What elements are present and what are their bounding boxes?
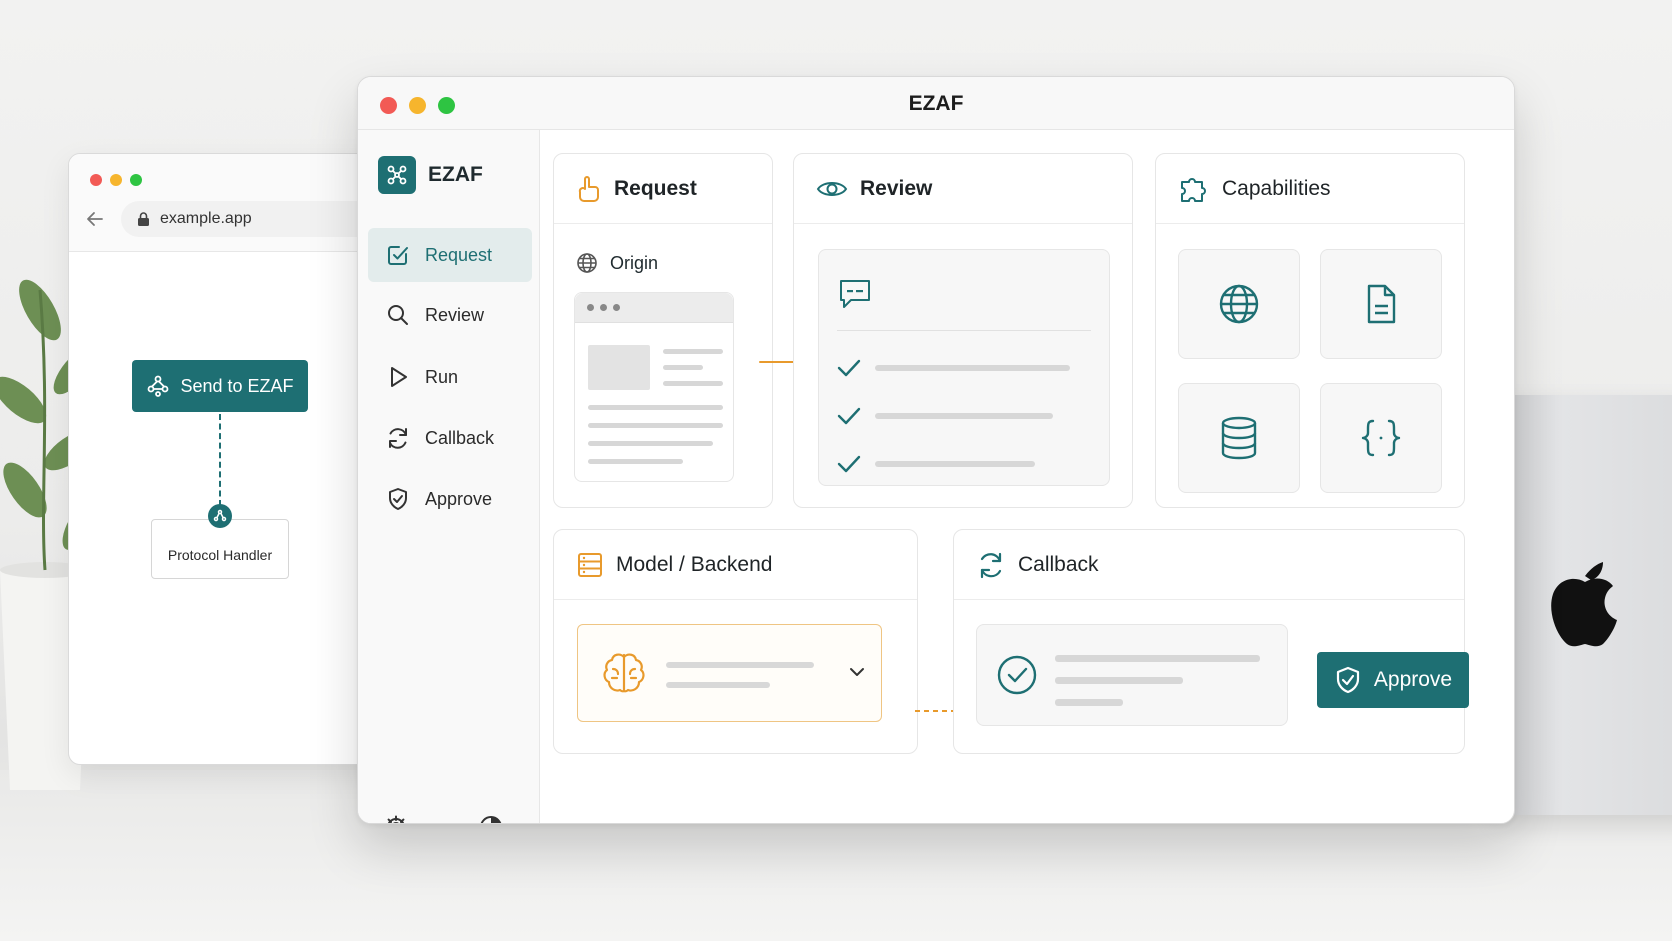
brand-name: EZAF (428, 163, 483, 186)
callback-card: Callback Approve (953, 529, 1469, 754)
search-icon (388, 305, 408, 325)
network-icon (148, 375, 169, 397)
lock-icon (138, 212, 149, 226)
minimize-dot[interactable] (110, 174, 122, 186)
title-bar: EZAF (358, 77, 1514, 130)
model-backend-card: Model / Backend (553, 529, 918, 754)
sidebar-item-label: Callback (425, 427, 495, 448)
check-icon (837, 455, 861, 473)
url-text: example.app (160, 210, 252, 227)
brain-icon (603, 653, 645, 693)
sidebar-item-label: Request (425, 244, 493, 265)
back-arrow-icon[interactable] (86, 210, 104, 228)
refresh-icon (980, 552, 1002, 578)
approve-button-label: Approve (1373, 668, 1453, 691)
callback-card-header: Callback (954, 530, 1464, 600)
review-checklist-panel (818, 249, 1110, 486)
eye-icon (816, 181, 848, 196)
capability-files[interactable] (1320, 249, 1442, 359)
capabilities-card-header: Capabilities (1156, 154, 1464, 224)
window-title: EZAF (908, 92, 964, 115)
callback-status-panel (976, 624, 1288, 726)
origin-label: Origin (610, 252, 659, 273)
model-card-header: Model / Backend (554, 530, 917, 600)
origin-page-preview (574, 292, 734, 482)
sidebar-item-approve[interactable]: Approve (368, 472, 532, 526)
callback-card-title: Callback (1018, 552, 1099, 576)
ezaf-window: EZAF EZAF Request Review Run Callback Ap… (357, 76, 1515, 824)
capabilities-card-title: Capabilities (1222, 176, 1331, 200)
sidebar: EZAF Request Review Run Callback Approve (358, 130, 540, 823)
globe-icon (1219, 284, 1259, 324)
gear-icon[interactable] (383, 814, 409, 824)
contrast-icon[interactable] (478, 814, 504, 824)
capability-code[interactable] (1320, 383, 1442, 493)
sidebar-item-run[interactable]: Run (368, 350, 532, 404)
globe-icon (577, 253, 597, 273)
zoom-dot[interactable] (130, 174, 142, 186)
shield-check-icon (1336, 666, 1359, 694)
approve-button[interactable]: Approve (1317, 652, 1469, 708)
send-button-label: Send to EZAF (180, 375, 294, 396)
handler-node-icon (208, 504, 232, 528)
apple-logo-icon (1551, 562, 1617, 647)
capability-database[interactable] (1178, 383, 1300, 493)
check-icon (837, 407, 861, 425)
sidebar-item-callback[interactable]: Callback (368, 411, 532, 465)
document-icon (1367, 284, 1396, 324)
sidebar-item-label: Review (425, 304, 485, 325)
computer-decoration (1500, 395, 1672, 815)
server-icon (578, 552, 602, 577)
check-icon (837, 359, 861, 377)
origin-row: Origin (576, 252, 658, 274)
capabilities-card: Capabilities (1155, 153, 1465, 508)
code-braces-icon (1361, 419, 1401, 457)
shield-check-icon (389, 488, 407, 510)
connector-line (219, 414, 221, 506)
review-card-title: Review (860, 176, 933, 200)
ezaf-logo-icon (378, 156, 416, 194)
request-card-header: Request (554, 154, 772, 224)
chat-bubble-icon (840, 280, 870, 308)
send-to-ezaf-button[interactable]: Send to EZAF (132, 360, 308, 412)
divider (837, 330, 1091, 331)
protocol-handler-box: Protocol Handler (151, 519, 289, 579)
sidebar-item-request[interactable]: Request (368, 228, 532, 282)
sidebar-item-label: Run (425, 366, 459, 387)
chevron-down-icon (850, 668, 864, 676)
hand-pointer-icon (578, 175, 599, 202)
request-card: Request Origin (553, 153, 773, 508)
preview-toolbar (575, 293, 733, 323)
protocol-handler-label: Protocol Handler (167, 547, 273, 563)
check-circle-icon (997, 655, 1037, 695)
database-icon (1221, 416, 1257, 460)
close-dot[interactable] (90, 174, 102, 186)
model-select[interactable] (577, 624, 882, 722)
play-icon (391, 367, 407, 387)
sidebar-item-label: Approve (425, 488, 493, 509)
request-check-icon (388, 246, 408, 265)
review-card-header: Review (794, 154, 1132, 224)
sidebar-item-review[interactable]: Review (368, 288, 532, 342)
request-card-title: Request (614, 176, 697, 200)
brand: EZAF (378, 156, 483, 194)
model-card-title: Model / Backend (616, 552, 773, 576)
review-card: Review (793, 153, 1133, 508)
browser-window-controls (90, 174, 142, 186)
capability-web[interactable] (1178, 249, 1300, 359)
refresh-icon (389, 428, 407, 449)
preview-image (588, 345, 650, 390)
puzzle-icon (1181, 177, 1206, 202)
